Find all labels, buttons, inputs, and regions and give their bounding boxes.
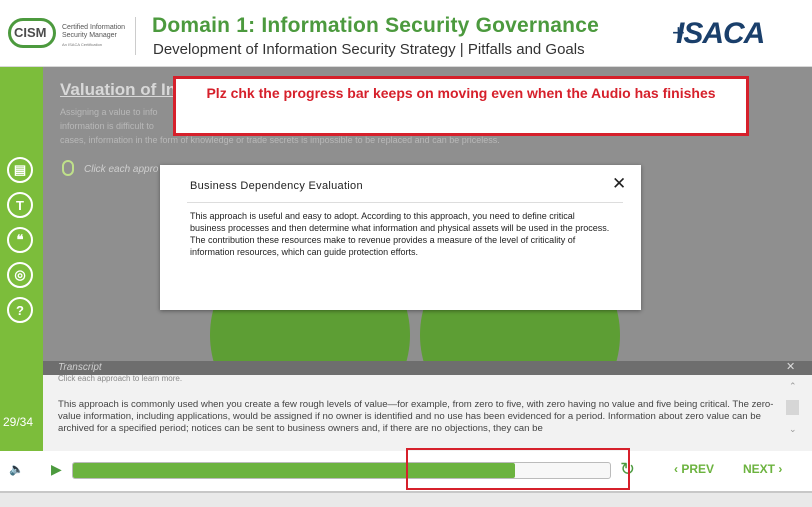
play-icon[interactable]: ▶: [51, 461, 62, 478]
slide-body-line: information is difficult to: [60, 121, 154, 131]
transcript-partial-line: Click each approach to learn more.: [58, 374, 183, 383]
text-icon[interactable]: T: [7, 192, 33, 218]
slide-body-line: Assigning a value to info: [60, 107, 158, 117]
click-instruction: Click each appro: [84, 164, 159, 175]
isaca-logo: ISACA: [676, 17, 765, 50]
transcript-close-icon[interactable]: ✕: [786, 360, 795, 373]
resources-icon[interactable]: ◎: [7, 262, 33, 288]
notes-icon[interactable]: ▤: [7, 157, 33, 183]
mouse-icon: [62, 160, 74, 176]
scrollbar-thumb[interactable]: [786, 400, 799, 415]
scroll-down-icon[interactable]: ⌄: [789, 424, 797, 435]
slide-counter: 29/34: [3, 415, 34, 429]
header-divider: [135, 17, 136, 55]
modal-divider: [187, 202, 623, 203]
modal-title: Business Dependency Evaluation: [190, 180, 363, 192]
transcript-label: Transcript: [58, 362, 102, 373]
quote-icon[interactable]: ❝: [7, 227, 33, 253]
next-button[interactable]: NEXT ›: [743, 462, 782, 476]
logo-caption-2: Security Manager: [62, 32, 117, 39]
modal-body: This approach is useful and easy to adop…: [190, 211, 610, 257]
slide-body-line: cases, information in the form of knowle…: [60, 135, 500, 145]
page-title: Domain 1: Information Security Governanc…: [152, 14, 599, 37]
scroll-up-icon[interactable]: ⌃: [789, 381, 797, 392]
logo-caption-3: An ISACA Certification: [62, 42, 103, 47]
logo-caption-1: Certified Information: [62, 24, 126, 31]
page-subtitle: Development of Information Security Stra…: [153, 41, 585, 58]
annotation-highlight-box: [406, 448, 630, 490]
transcript-header: [43, 361, 812, 375]
transcript-text: This approach is commonly used when you …: [58, 399, 774, 434]
window-bottom-strip: [0, 491, 812, 507]
prev-button[interactable]: ‹ PREV: [674, 462, 714, 476]
sidebar: [0, 67, 43, 451]
annotation-callout: Plz chk the progress bar keeps on moving…: [173, 76, 749, 136]
close-icon[interactable]: ✕: [612, 174, 626, 194]
slide-heading: Valuation of Inf: [60, 80, 182, 99]
speaker-icon[interactable]: 🔈: [9, 462, 24, 476]
cism-logo-text: CISM: [14, 25, 47, 40]
help-icon[interactable]: ?: [7, 297, 33, 323]
